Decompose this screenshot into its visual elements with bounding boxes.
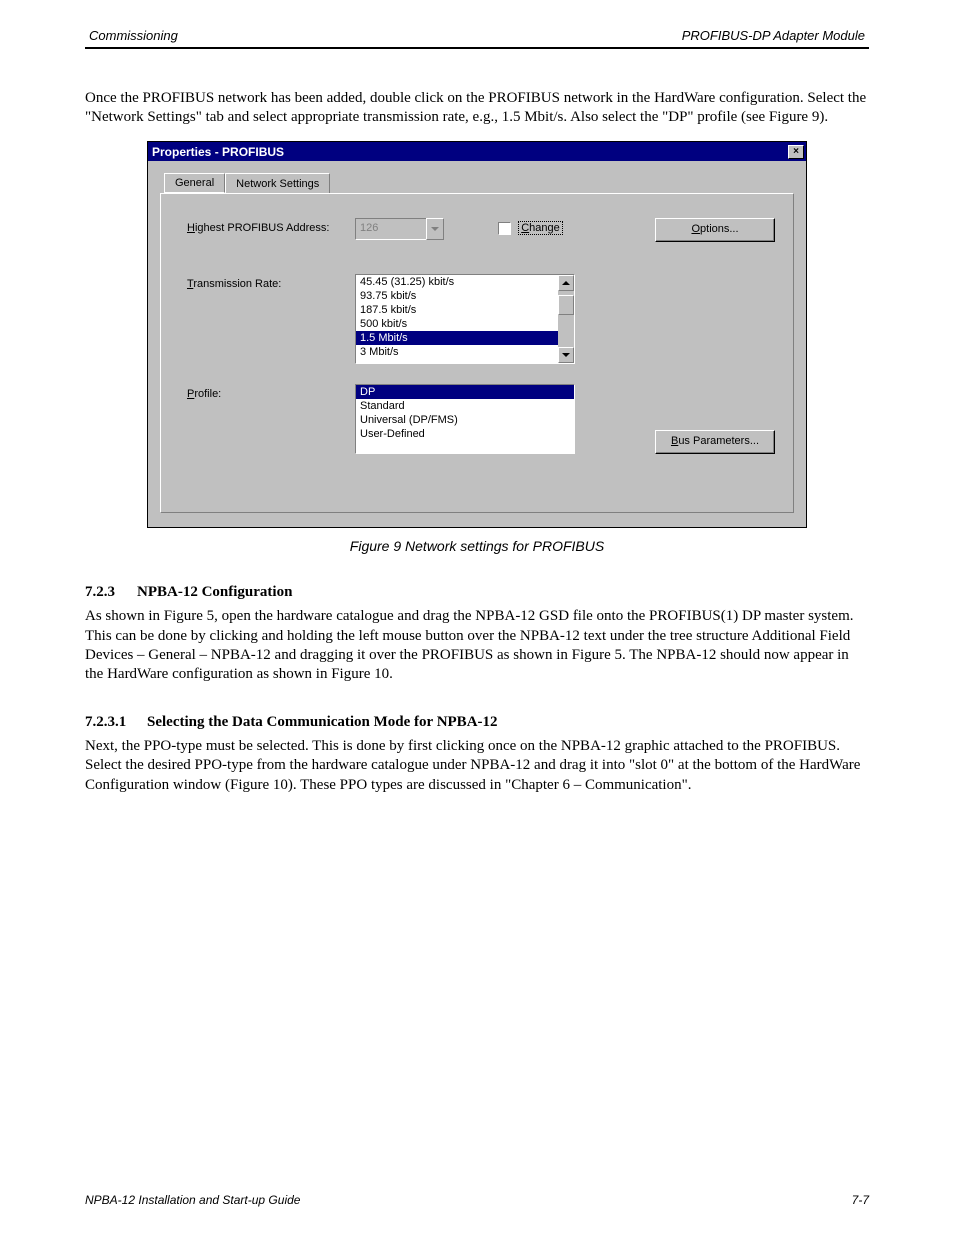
address-dropdown-button[interactable] (426, 218, 444, 240)
network-settings-panel: Options... Highest PROFIBUS Address: 126… (160, 193, 794, 513)
header-left: Commissioning (89, 28, 178, 43)
transmission-rate-label: Transmission Rate: (187, 274, 355, 290)
rate-scrollbar[interactable] (558, 275, 574, 363)
highest-address-field[interactable]: 126 (355, 218, 427, 240)
list-item[interactable]: 45.45 (31.25) kbit/s (356, 275, 574, 289)
page-header: Commissioning PROFIBUS-DP Adapter Module (85, 28, 869, 43)
scroll-thumb[interactable] (558, 295, 574, 315)
transmission-rate-listbox[interactable]: 45.45 (31.25) kbit/s 93.75 kbit/s 187.5 … (355, 274, 575, 364)
change-checkbox[interactable] (498, 222, 511, 235)
change-label[interactable]: Change (518, 221, 563, 235)
properties-profibus-dialog: Properties - PROFIBUS × General Network … (147, 141, 807, 528)
list-item[interactable]: 3 Mbit/s (356, 345, 574, 359)
tab-network-settings[interactable]: Network Settings (225, 173, 330, 194)
bus-parameters-button[interactable]: Bus Parameters... (655, 430, 775, 454)
list-item[interactable]: 1.5 Mbit/s (356, 331, 574, 345)
close-icon[interactable]: × (788, 145, 804, 159)
profile-listbox[interactable]: DP Standard Universal (DP/FMS) User-Defi… (355, 384, 575, 454)
list-item[interactable]: Universal (DP/FMS) (356, 413, 574, 427)
header-right: PROFIBUS-DP Adapter Module (682, 28, 865, 43)
scroll-up-button[interactable] (558, 275, 574, 291)
chevron-up-icon (562, 281, 570, 285)
footer-right: 7-7 (852, 1193, 869, 1207)
chevron-down-icon (562, 353, 570, 357)
chevron-down-icon (431, 227, 439, 231)
transmission-rate-row: Transmission Rate: 45.45 (31.25) kbit/s … (187, 274, 775, 364)
figure-9: Properties - PROFIBUS × General Network … (147, 141, 807, 554)
options-button[interactable]: Options... (655, 218, 775, 242)
dialog-titlebar[interactable]: Properties - PROFIBUS × (148, 142, 806, 161)
header-rule (85, 47, 869, 49)
intro-paragraph: Once the PROFIBUS network has been added… (85, 89, 869, 127)
footer-left: NPBA-12 Installation and Start-up Guide (85, 1193, 300, 1207)
tab-strip: General Network Settings (160, 171, 794, 193)
scroll-down-button[interactable] (558, 347, 574, 363)
list-item[interactable]: Standard (356, 399, 574, 413)
list-item[interactable]: User-Defined (356, 427, 574, 441)
list-item[interactable]: 93.75 kbit/s (356, 289, 574, 303)
tab-general[interactable]: General (164, 173, 225, 193)
page-footer: NPBA-12 Installation and Start-up Guide … (85, 1193, 869, 1207)
section-7-2-3-body: As shown in Figure 5, open the hardware … (85, 607, 869, 684)
list-item[interactable]: 500 kbit/s (356, 317, 574, 331)
highest-address-label: Highest PROFIBUS Address: (187, 218, 355, 234)
figure-caption: Figure 9 Network settings for PROFIBUS (147, 538, 807, 554)
section-7-2-3-1-body: Next, the PPO-type must be selected. Thi… (85, 737, 869, 795)
list-item[interactable]: DP (356, 385, 574, 399)
section-7-2-3-heading: 7.2.3NPBA-12 Configuration (85, 584, 869, 601)
profile-label: Profile: (187, 384, 355, 400)
list-item[interactable]: 187.5 kbit/s (356, 303, 574, 317)
section-7-2-3-1-heading: 7.2.3.1Selecting the Data Communication … (85, 714, 869, 731)
dialog-title: Properties - PROFIBUS (152, 145, 788, 159)
